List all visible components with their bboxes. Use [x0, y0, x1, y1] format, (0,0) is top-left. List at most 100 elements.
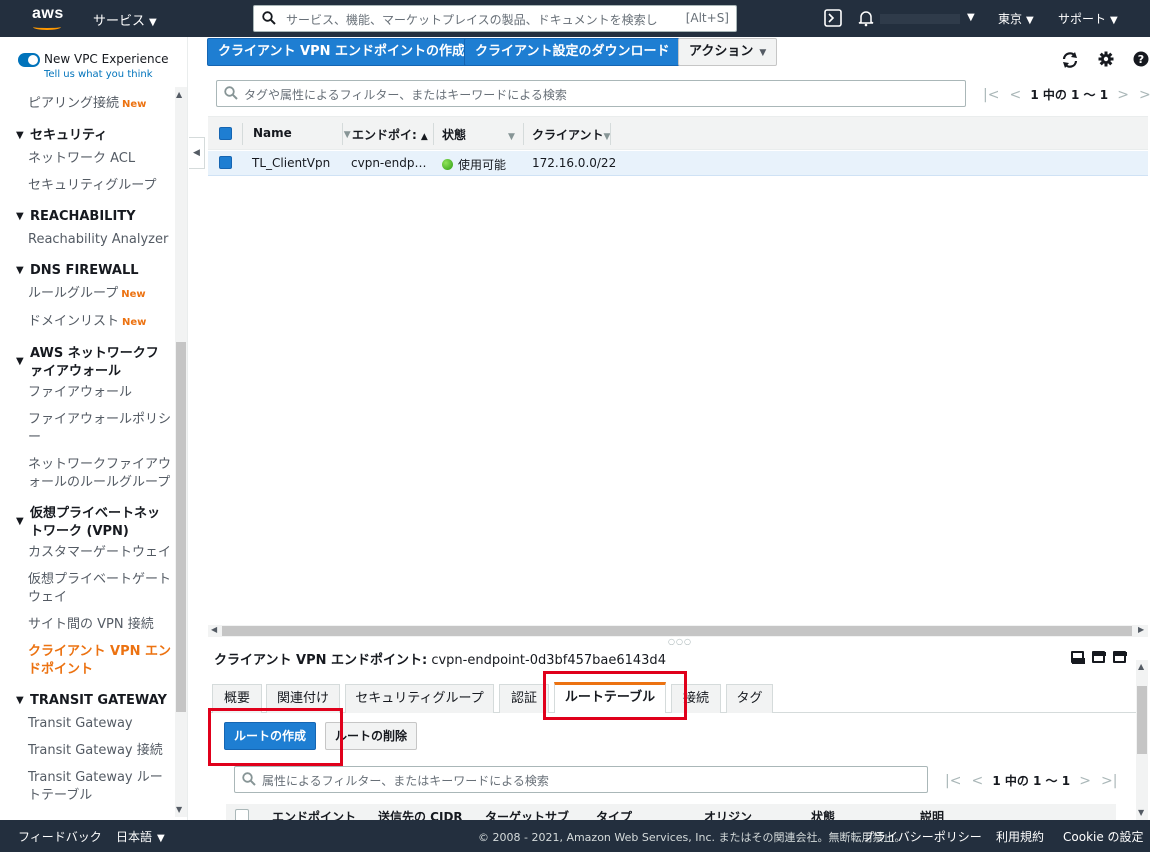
sidebar-section-network-firewall[interactable]: ▼ AWS ネットワークファイアウォール [16, 345, 176, 381]
triangle-down-icon: ▼ [16, 130, 24, 141]
scrollbar-thumb[interactable] [1137, 686, 1147, 754]
sidebar-item-transit-gateways[interactable]: Transit Gateway [28, 715, 173, 733]
scroll-down-icon[interactable]: ▼ [1138, 808, 1144, 817]
table-horizontal-scrollbar[interactable]: ◀ ▶ [208, 625, 1148, 637]
sidebar-item-domain-lists[interactable]: ドメインリスト New [28, 313, 173, 332]
account-menu[interactable] [880, 14, 960, 24]
sidebar-item-peering[interactable]: ピアリング接続 New [28, 95, 173, 114]
column-header-description[interactable]: 説明 [920, 808, 944, 820]
gear-icon[interactable] [1098, 51, 1114, 67]
column-header-origin[interactable]: オリジン [704, 808, 752, 820]
column-divider [433, 123, 434, 145]
scroll-right-icon[interactable]: ▶ [1138, 625, 1144, 634]
panel-splitter-handle[interactable]: ○○○ [668, 637, 692, 646]
region-menu[interactable]: 東京 ▼ [998, 10, 1034, 27]
support-menu[interactable]: サポート ▼ [1058, 10, 1118, 27]
column-header-client-cidr[interactable]: クライアント▼ [532, 126, 610, 143]
prev-page-icon[interactable]: < [971, 773, 983, 789]
scroll-up-icon[interactable]: ▲ [176, 90, 182, 99]
svg-text:?: ? [1138, 53, 1144, 66]
sidebar-item-firewall-policies[interactable]: ファイアウォールポリシー [28, 411, 173, 447]
next-page-icon[interactable]: > [1117, 87, 1129, 103]
column-header-state[interactable]: 状態 [811, 808, 835, 820]
aws-logo[interactable]: aws [32, 5, 64, 31]
cookie-settings-link[interactable]: Cookie の設定 [1063, 828, 1144, 845]
download-config-button[interactable]: クライアント設定のダウンロード [464, 38, 681, 66]
scroll-up-icon[interactable]: ▲ [1138, 662, 1144, 671]
select-all-checkbox[interactable] [219, 127, 232, 140]
tab-tags[interactable]: タグ [726, 684, 773, 713]
route-filter-input[interactable]: 属性によるフィルター、またはキーワードによる検索 [234, 766, 928, 793]
sidebar-section-dns-firewall[interactable]: ▼ DNS FIREWALL [16, 262, 176, 280]
layout-top-icon[interactable] [1113, 651, 1127, 663]
services-menu[interactable]: サービス ▼ [93, 10, 157, 29]
sidebar-item-firewalls[interactable]: ファイアウォール [28, 384, 173, 402]
sidebar-item-security-groups[interactable]: セキュリティグループ [28, 177, 173, 195]
actions-button[interactable]: アクション ▼ [678, 38, 778, 66]
endpoint-filter-input[interactable]: タグや属性によるフィルター、またはキーワードによる検索 [216, 80, 966, 107]
sidebar-item-tgw-attachments[interactable]: Transit Gateway 接続 [28, 742, 173, 760]
first-page-icon[interactable]: |< [945, 773, 961, 789]
refresh-icon[interactable] [1060, 50, 1080, 70]
column-header-state[interactable]: 状態 ▼ [442, 126, 515, 143]
tab-security-groups[interactable]: セキュリティグループ [345, 684, 494, 713]
sidebar: New VPC Experience Tell us what you thin… [0, 37, 188, 820]
global-search[interactable]: サービス、機能、マーケットプレイスの製品、ドキュメントを検索し [Alt+S] [253, 5, 737, 32]
column-header-endpoint[interactable]: エンドポイント [272, 808, 356, 820]
sidebar-section-reachability[interactable]: ▼ REACHABILITY [16, 208, 176, 226]
layout-bottom-icon[interactable] [1071, 651, 1085, 664]
column-header-type[interactable]: タイプ [596, 808, 632, 820]
sidebar-section-security[interactable]: ▼ セキュリティ [16, 127, 176, 145]
sidebar-item-reachability-analyzer[interactable]: Reachability Analyzer [28, 231, 173, 249]
region-label: 東京 [998, 12, 1023, 26]
status-available-icon [442, 159, 453, 170]
sidebar-item-client-vpn-endpoints[interactable]: クライアント VPN エンドポイント [28, 643, 173, 679]
first-page-icon[interactable]: |< [983, 87, 999, 103]
privacy-link[interactable]: プライバシーポリシー [862, 828, 982, 845]
search-icon [262, 11, 276, 25]
feedback-link[interactable]: フィードバック [18, 828, 102, 845]
pagination: |< < 1 中の 1 〜 1 > >| [978, 86, 1150, 103]
new-vpc-toggle[interactable] [18, 53, 40, 67]
scroll-down-icon[interactable]: ▼ [176, 805, 182, 814]
sidebar-item-rule-groups[interactable]: ルールグループ New [28, 285, 173, 304]
sidebar-item-tgw-route-tables[interactable]: Transit Gateway ルートテーブル [28, 769, 173, 805]
scrollbar-thumb[interactable] [222, 626, 1132, 636]
next-page-icon[interactable]: > [1079, 773, 1091, 789]
sidebar-item-site-to-site-vpn[interactable]: サイト間の VPN 接続 [28, 616, 173, 634]
last-page-icon[interactable]: >| [1101, 773, 1117, 789]
column-header-target-subnet[interactable]: ターゲットサブ [485, 808, 569, 820]
language-menu[interactable]: 日本語 ▼ [116, 828, 165, 845]
cell-endpoint-id[interactable]: cvpn-endp… [351, 156, 426, 170]
help-icon[interactable]: ? [1133, 51, 1149, 67]
sidebar-item-label: ドメインリスト [28, 314, 120, 329]
last-page-icon[interactable]: >| [1139, 87, 1150, 103]
prev-page-icon[interactable]: < [1009, 87, 1021, 103]
sidebar-scrollbar[interactable]: ▲ ▼ [175, 87, 187, 817]
collapse-sidebar-button[interactable]: ◀ [189, 137, 205, 169]
sidebar-item-customer-gateways[interactable]: カスタマーゲートウェイ [28, 544, 173, 562]
column-header-destination[interactable]: 送信先の CIDR [378, 808, 463, 820]
route-table-header: エンドポイント 送信先の CIDR ターゲットサブ タイプ オリジン 状態 説明 [226, 804, 1116, 820]
sidebar-item-nfw-rule-groups[interactable]: ネットワークファイアウォールのルールグループ [28, 456, 173, 492]
sidebar-section-vpn[interactable]: ▼ 仮想プライベートネットワーク (VPN) [16, 505, 176, 541]
sidebar-section-transit-gateway[interactable]: ▼ TRANSIT GATEWAY [16, 692, 176, 710]
tab-authorization[interactable]: 認証 [499, 684, 549, 713]
layout-split-icon[interactable] [1092, 651, 1106, 663]
table-row[interactable]: TL_ClientVpn cvpn-endp… 使用可能 172.16.0.0/… [208, 151, 1148, 176]
feedback-link[interactable]: Tell us what you think [44, 69, 153, 80]
new-badge: New [121, 289, 146, 300]
scrollbar-thumb[interactable] [176, 342, 186, 712]
bell-icon[interactable] [857, 9, 875, 27]
detail-scrollbar[interactable]: ▲ ▼ [1136, 660, 1148, 820]
cloudshell-icon[interactable] [824, 9, 842, 27]
column-header-name[interactable]: Name ▼ [253, 126, 351, 140]
sidebar-item-virtual-private-gateways[interactable]: 仮想プライベートゲートウェイ [28, 571, 173, 607]
create-endpoint-button[interactable]: クライアント VPN エンドポイントの作成 [207, 38, 477, 66]
row-checkbox[interactable] [219, 156, 232, 169]
column-header-endpoint[interactable]: エンドポイ: ▲ [352, 126, 428, 143]
select-all-checkbox[interactable] [235, 809, 249, 820]
terms-link[interactable]: 利用規約 [996, 828, 1044, 845]
sidebar-item-nacl[interactable]: ネットワーク ACL [28, 150, 173, 168]
scroll-left-icon[interactable]: ◀ [211, 625, 217, 634]
